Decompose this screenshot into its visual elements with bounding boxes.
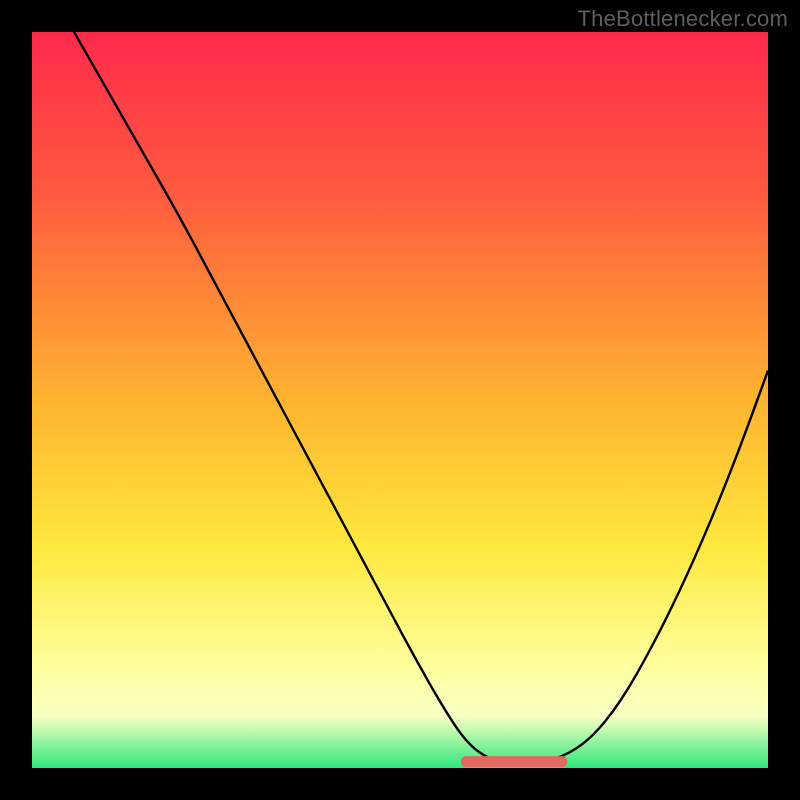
gradient-background [32,32,768,768]
bottleneck-chart [32,32,768,768]
watermark-text: TheBottlenecker.com [578,6,788,32]
chart-container: TheBottlenecker.com [0,0,800,800]
plot-frame [32,32,768,768]
